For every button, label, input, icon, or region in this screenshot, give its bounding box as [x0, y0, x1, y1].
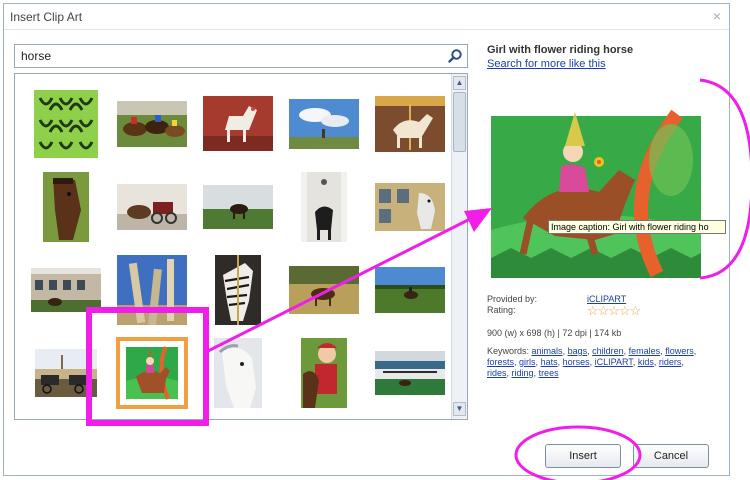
clip-metadata: Provided by: iCLIPART Rating: ☆☆☆☆☆ 900 …: [487, 294, 717, 379]
thumbnail-girl-flower-horse-selected[interactable]: [109, 331, 195, 414]
thumbnail-stable-building[interactable]: [23, 248, 109, 331]
scroll-up-icon[interactable]: ▲: [453, 76, 466, 90]
thumbnail-horse-grazing-field[interactable]: [195, 165, 281, 248]
thumbnail-white-horse[interactable]: [195, 331, 281, 414]
keyword-link[interactable]: children: [592, 346, 624, 356]
close-icon[interactable]: ×: [713, 8, 721, 24]
thumbnail-carousel-zebra[interactable]: [195, 248, 281, 331]
thumbnail-horse-building[interactable]: [281, 165, 367, 248]
title-bar: Insert Clip Art ×: [4, 4, 729, 30]
keyword-link[interactable]: rides: [487, 368, 507, 378]
thumbnail-horse-head-brown[interactable]: [23, 165, 109, 248]
keyword-link[interactable]: girls: [519, 357, 536, 367]
keyword-link[interactable]: animals: [532, 346, 563, 356]
scroll-down-icon[interactable]: ▼: [453, 402, 466, 416]
keyword-link[interactable]: riders: [659, 357, 682, 367]
clip-title: Girl with flower riding horse: [487, 44, 634, 56]
keywords-list: Keywords: animals, bags, children, femal…: [487, 346, 697, 378]
keywords-label: Keywords:: [487, 346, 530, 356]
keyword-link[interactable]: forests: [487, 357, 514, 367]
keyword-link[interactable]: kids: [638, 357, 654, 367]
thumbnail-horseshoe-pattern[interactable]: [23, 82, 109, 165]
clip-preview: Image caption: Girl with flower riding h…: [487, 90, 726, 280]
thumbnail-horse-race[interactable]: [109, 82, 195, 165]
provided-by-label: Provided by:: [487, 294, 538, 304]
thumbnail-fence-posts[interactable]: [109, 248, 195, 331]
dialog-title: Insert Clip Art: [10, 10, 83, 24]
thumbnail-girl-with-horse[interactable]: [281, 331, 367, 414]
thumbnail-horse-white-wall[interactable]: [367, 165, 453, 248]
details-panel: Girl with flower riding horse Search for…: [487, 44, 726, 378]
clip-dimensions: 900 (w) x 698 (h) | 72 dpi | 174 kb: [487, 328, 622, 338]
keyword-link[interactable]: females: [629, 346, 661, 356]
scroll-thumb[interactable]: [453, 92, 466, 152]
search-box: [14, 44, 468, 68]
thumbnail-horse-field-trees[interactable]: [281, 248, 367, 331]
keyword-link[interactable]: hats: [541, 357, 558, 367]
search-icon[interactable]: [447, 48, 463, 64]
keyword-link[interactable]: flowers: [665, 346, 694, 356]
keyword-link[interactable]: trees: [539, 368, 559, 378]
keyword-link[interactable]: bags: [568, 346, 588, 356]
thumbnail-carousel-horse[interactable]: [367, 82, 453, 165]
thumbnail-horse-carriage-street[interactable]: [109, 165, 195, 248]
results-grid: [23, 82, 453, 414]
search-input[interactable]: [15, 45, 445, 67]
search-more-link[interactable]: Search for more like this: [487, 58, 717, 70]
image-caption-tooltip: Image caption: Girl with flower riding h…: [548, 220, 726, 234]
keyword-link[interactable]: iCLIPART: [595, 357, 633, 367]
cancel-button[interactable]: Cancel: [633, 444, 709, 468]
thumbnail-wooden-horse-toy[interactable]: [195, 82, 281, 165]
results-scrollbar[interactable]: ▲ ▼: [451, 74, 467, 419]
rating-label: Rating:: [487, 305, 516, 315]
thumbnail-racetrack-scene[interactable]: [367, 331, 453, 414]
keyword-link[interactable]: riding: [512, 368, 534, 378]
thumbnail-horse-carriages-city[interactable]: [23, 331, 109, 414]
results-panel: ▲ ▼: [14, 73, 468, 420]
thumbnail-horse-sky-clouds[interactable]: [281, 82, 367, 165]
rating-stars-icon[interactable]: ☆☆☆☆☆: [587, 304, 641, 317]
thumbnail-horse-rider-field[interactable]: [367, 248, 453, 331]
keyword-link[interactable]: horses: [563, 357, 590, 367]
insert-button[interactable]: Insert: [545, 444, 621, 468]
